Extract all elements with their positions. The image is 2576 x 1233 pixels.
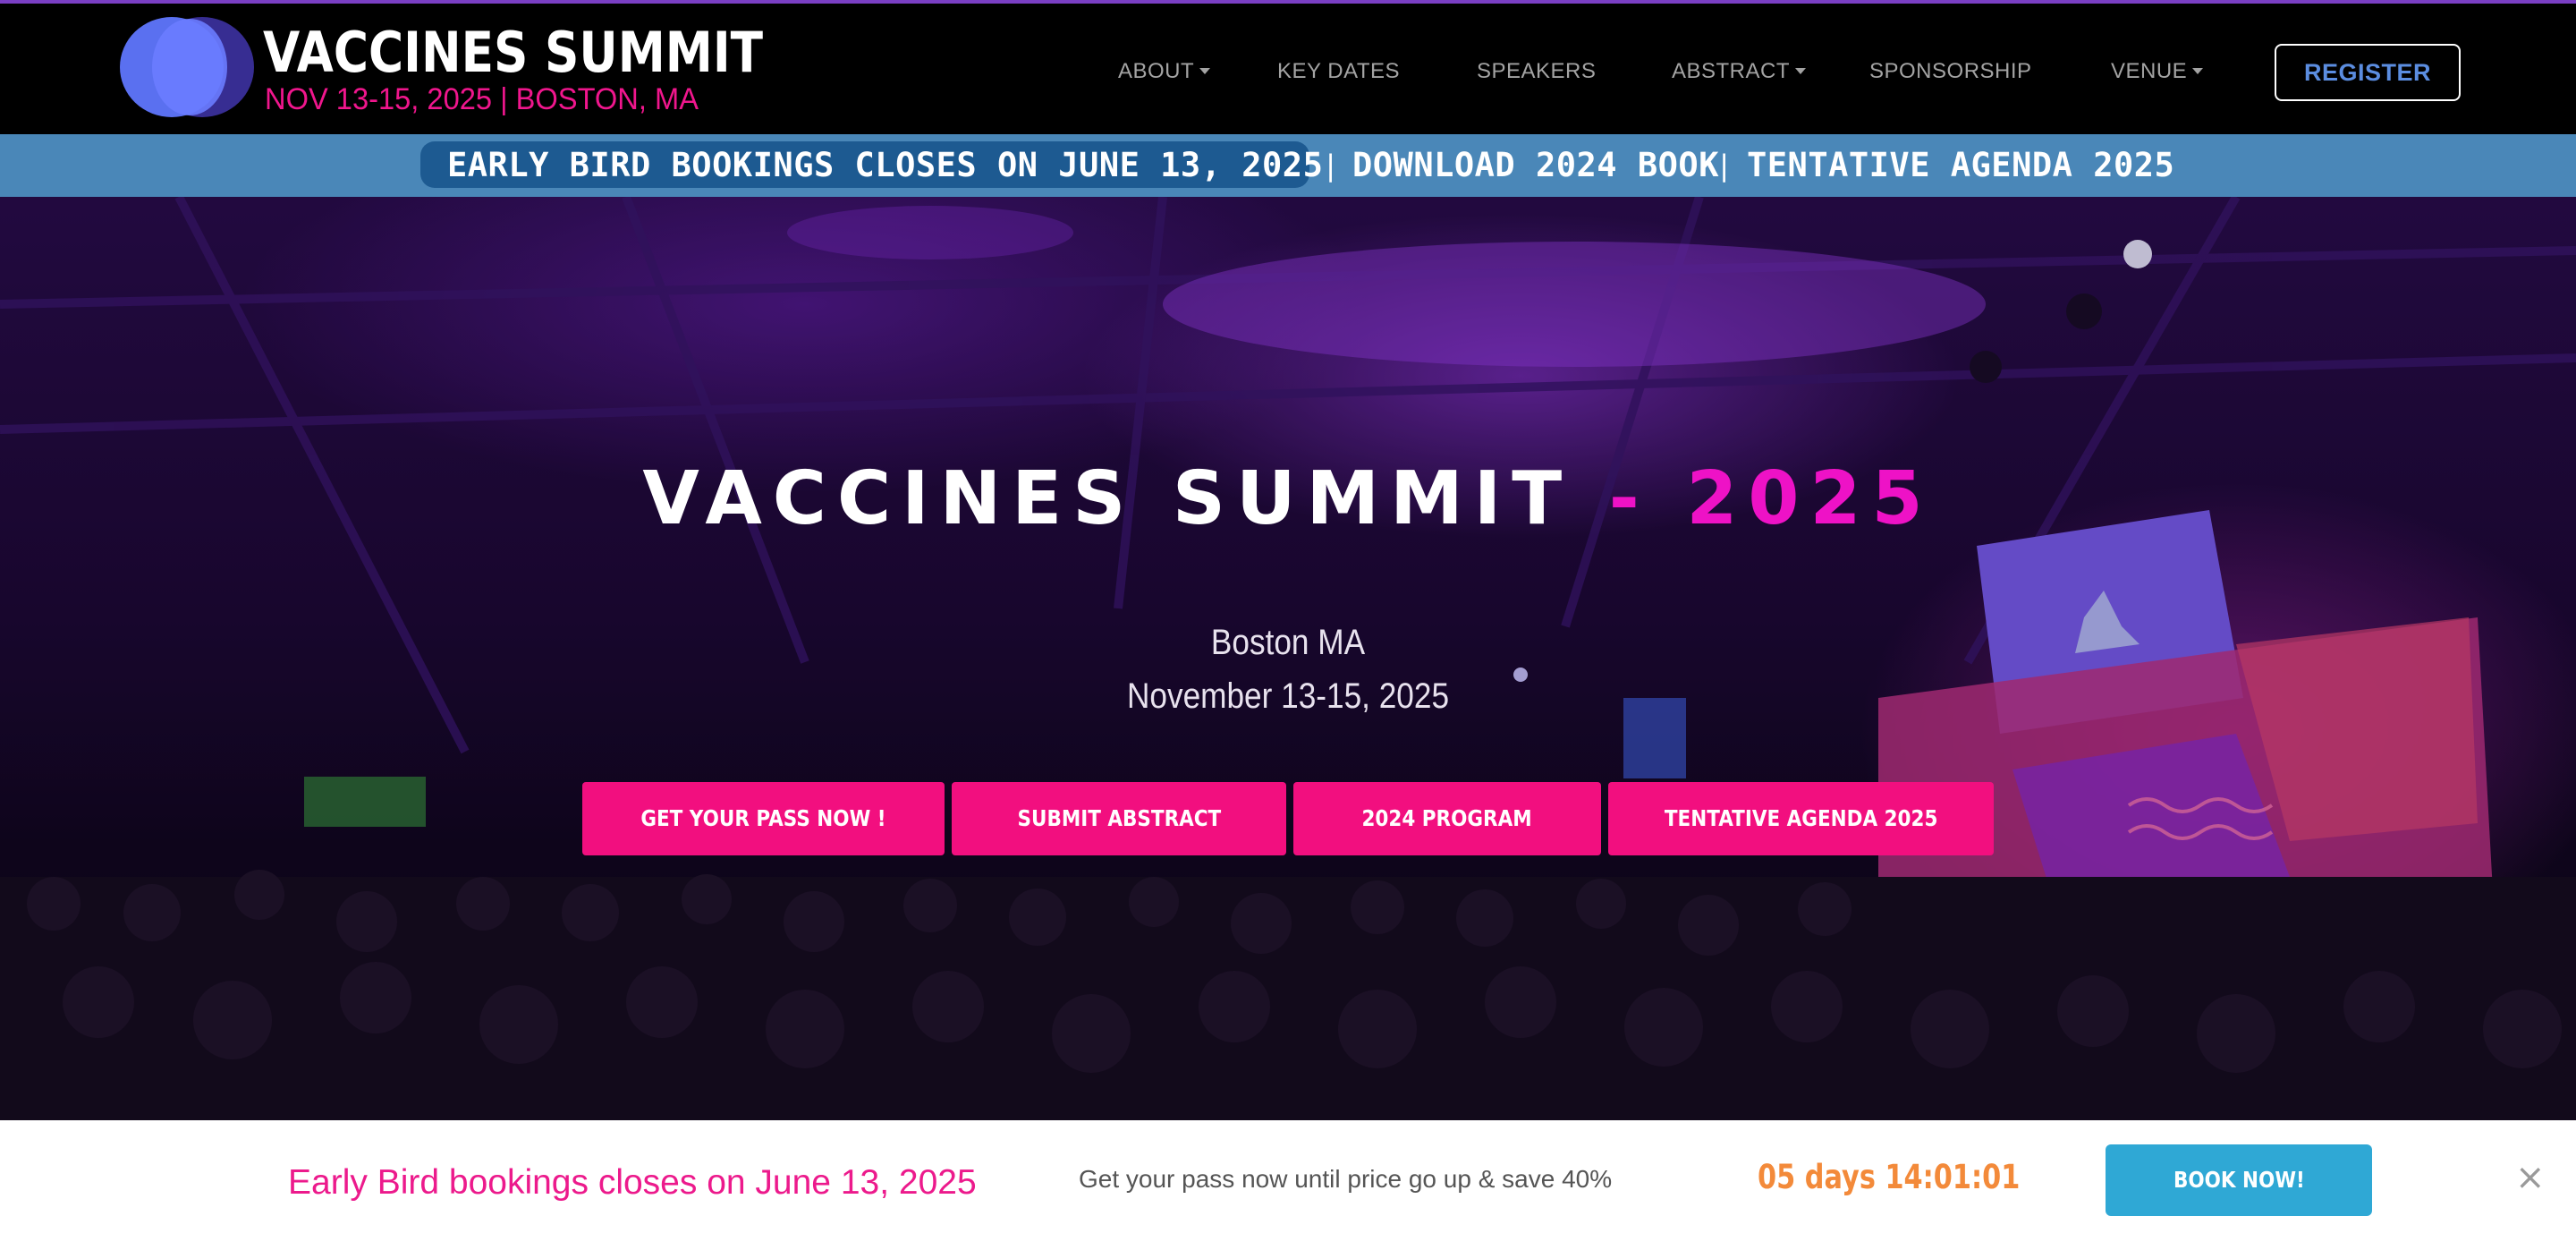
get-pass-button[interactable]: GET YOUR PASS NOW ! <box>582 782 945 855</box>
nav-key-dates-label: KEY DATES <box>1277 59 1400 83</box>
submit-abstract-button-label: SUBMIT ABSTRACT <box>1017 805 1221 831</box>
tentative-agenda-button-label: TENTATIVE AGENDA 2025 <box>1664 805 1938 831</box>
site-logo[interactable]: VACCINES SUMMIT NOV 13-15, 2025 | BOSTON… <box>114 11 763 123</box>
chevron-down-icon <box>1199 68 1211 74</box>
nav-venue-label: VENUE <box>2111 59 2188 83</box>
nav-abstract-label: ABSTRACT <box>1672 59 1791 83</box>
site-header: VACCINES SUMMIT NOV 13-15, 2025 | BOSTON… <box>0 4 2576 134</box>
countdown-timer: 05 days 14:01:01 <box>1758 1158 2021 1196</box>
nav-about[interactable]: ABOUT <box>1118 59 1211 84</box>
hero-title-main: VACCINES SUMMIT <box>642 456 1573 541</box>
hero-dates: November 13-15, 2025 <box>1126 676 1450 716</box>
nav-sponsorship[interactable]: SPONSORSHIP <box>1869 59 2032 84</box>
nav-speakers-label: SPEAKERS <box>1477 59 1597 83</box>
nav-about-label: ABOUT <box>1118 59 1195 83</box>
chevron-down-icon <box>1795 68 1807 74</box>
register-button[interactable]: REGISTER <box>2275 44 2461 101</box>
book-now-button[interactable]: BOOK NOW! <box>2106 1144 2372 1216</box>
hero-title: VACCINES SUMMIT - 2025 <box>0 456 2576 541</box>
nav-key-dates[interactable]: KEY DATES <box>1277 59 1400 84</box>
tentative-agenda-button[interactable]: TENTATIVE AGENDA 2025 <box>1608 782 1994 855</box>
program-2024-button[interactable]: 2024 PROGRAM <box>1293 782 1601 855</box>
nav-abstract[interactable]: ABSTRACT <box>1672 59 1807 84</box>
early-bird-sticky-bar: Early Bird bookings closes on June 13, 2… <box>0 1120 2576 1233</box>
logo-circles-icon <box>120 17 254 117</box>
chevron-down-icon <box>2192 68 2204 74</box>
announcement-bar: EARLY BIRD BOOKINGS CLOSES ON JUNE 13, 2… <box>0 134 2576 197</box>
nav-speakers[interactable]: SPEAKERS <box>1477 59 1596 84</box>
logo-title: VACCINES SUMMIT <box>263 20 764 85</box>
tentative-agenda-link[interactable]: TENTATIVE AGENDA 2025 <box>1747 146 2174 184</box>
nav-sponsorship-label: SPONSORSHIP <box>1869 59 2032 83</box>
book-now-button-label: BOOK NOW! <box>2173 1167 2305 1193</box>
hero-title-year: - 2025 <box>1608 456 1934 541</box>
hero-location: Boston MA <box>1210 623 1366 662</box>
announcement-separator: | <box>1322 149 1340 183</box>
submit-abstract-button[interactable]: SUBMIT ABSTRACT <box>952 782 1286 855</box>
get-pass-button-label: GET YOUR PASS NOW ! <box>640 805 886 831</box>
nav-venue[interactable]: VENUE <box>2111 59 2204 84</box>
pass-promo-text: Get your pass now until price go up & sa… <box>1079 1165 1613 1193</box>
logo-subtitle: NOV 13-15, 2025 | BOSTON, MA <box>265 82 699 116</box>
close-icon[interactable]: × <box>2515 1160 2546 1195</box>
download-book-link[interactable]: DOWNLOAD 2024 BOOK <box>1352 146 1719 184</box>
early-bird-announcement[interactable]: EARLY BIRD BOOKINGS CLOSES ON JUNE 13, 2… <box>447 146 1323 184</box>
program-2024-button-label: 2024 PROGRAM <box>1361 805 1533 831</box>
early-bird-text: Early Bird bookings closes on June 13, 2… <box>288 1163 977 1202</box>
announcement-separator: | <box>1716 149 1733 183</box>
hero-section: VACCINES SUMMIT - 2025 Boston MA Novembe… <box>0 197 2576 1120</box>
